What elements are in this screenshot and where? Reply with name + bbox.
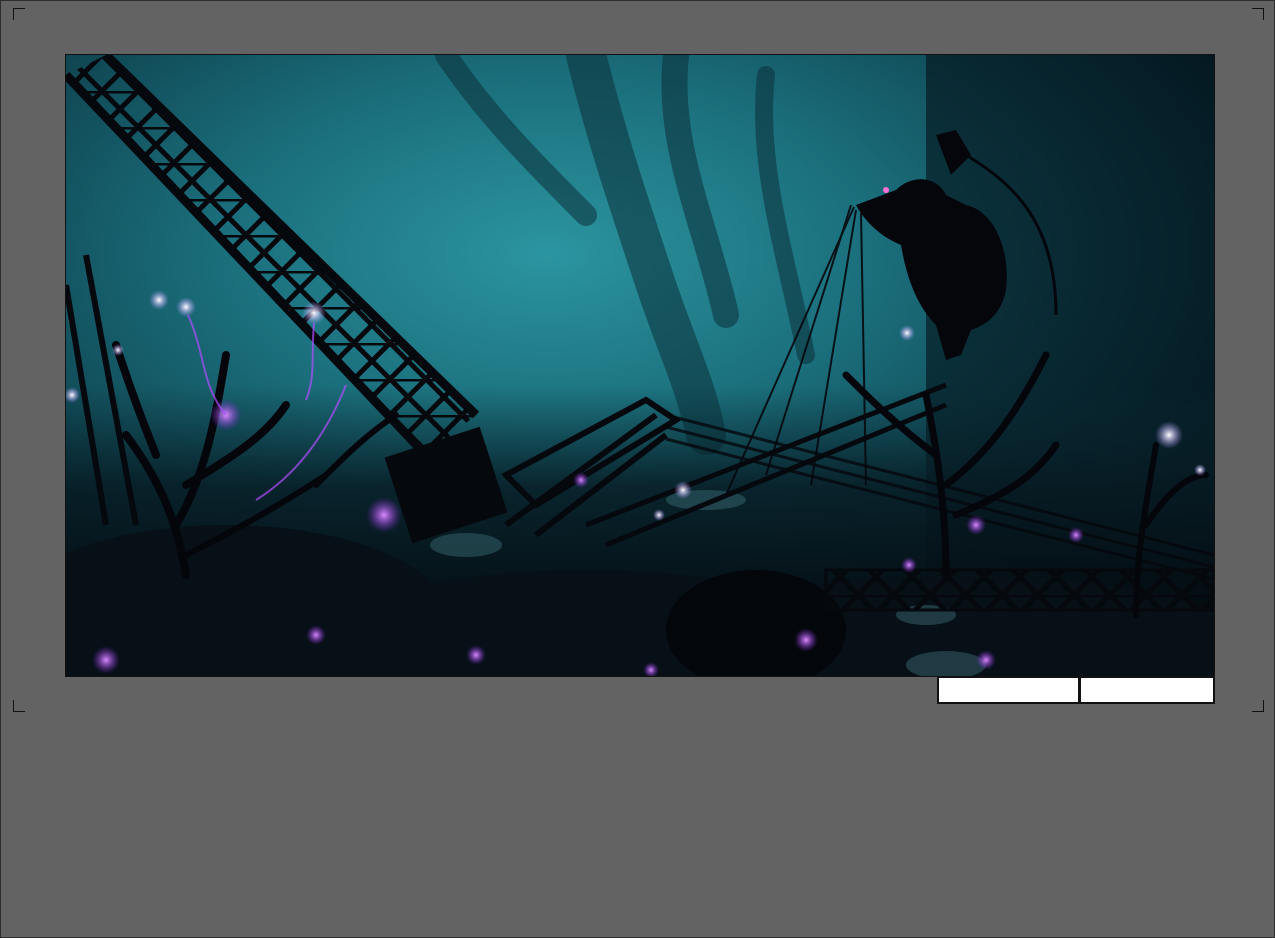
crop-mark-bottom-left	[13, 700, 25, 712]
crop-mark-top-left	[13, 8, 25, 20]
canvas-frame	[0, 0, 1275, 938]
crop-mark-bottom-right	[1252, 700, 1264, 712]
viewer-control-right[interactable]	[1079, 676, 1215, 704]
crop-mark-top-right	[1252, 8, 1264, 20]
scene-image	[65, 54, 1215, 677]
viewer-control-left[interactable]	[937, 676, 1080, 704]
underwater-scene-illustration	[66, 55, 1214, 676]
